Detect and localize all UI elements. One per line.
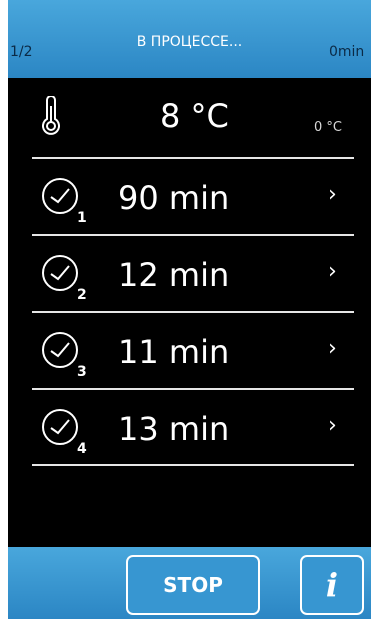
timer-row-1[interactable]: 1 90 min › — [28, 160, 354, 237]
timer-value: 11 min — [118, 333, 230, 371]
stop-button[interactable]: STOP — [126, 555, 260, 615]
timer-value: 12 min — [118, 256, 230, 294]
thermometer-icon — [42, 96, 60, 135]
chevron-right-icon: › — [328, 182, 337, 207]
timer-value: 13 min — [118, 410, 230, 448]
timer-index: 2 — [77, 287, 87, 301]
timer-value: 90 min — [118, 179, 230, 217]
clock-icon: 3 — [42, 332, 87, 378]
timer-index: 1 — [77, 210, 87, 224]
temperature-value: 8 °C — [160, 97, 229, 135]
temperature-setpoint: 0 °C — [314, 120, 342, 135]
timer-row-3[interactable]: 3 11 min › — [28, 314, 354, 391]
divider — [32, 388, 354, 390]
timer-row-2[interactable]: 2 12 min › — [28, 237, 354, 314]
divider — [32, 311, 354, 313]
elapsed-time: 0min — [329, 44, 365, 60]
timer-index: 4 — [77, 441, 87, 455]
info-button[interactable]: i — [300, 555, 364, 615]
timer-index: 3 — [77, 364, 87, 378]
status-text: В ПРОЦЕССЕ... — [136, 34, 243, 50]
top-bar: 1/2 В ПРОЦЕССЕ... 0min — [8, 0, 371, 78]
divider — [32, 157, 354, 159]
clock-icon: 4 — [42, 409, 87, 455]
clock-icon: 2 — [42, 255, 87, 301]
chevron-right-icon: › — [328, 413, 337, 438]
clock-icon: 1 — [42, 178, 87, 224]
info-icon: i — [326, 566, 338, 604]
info-label: i — [326, 566, 338, 604]
screen: 1/2 В ПРОЦЕССЕ... 0min 8 °C 0 °C 1 90 mi… — [8, 0, 371, 619]
chevron-right-icon: › — [328, 259, 337, 284]
timer-row-4[interactable]: 4 13 min › — [28, 391, 354, 468]
divider — [32, 234, 354, 236]
chevron-right-icon: › — [328, 336, 337, 361]
divider — [32, 464, 354, 466]
